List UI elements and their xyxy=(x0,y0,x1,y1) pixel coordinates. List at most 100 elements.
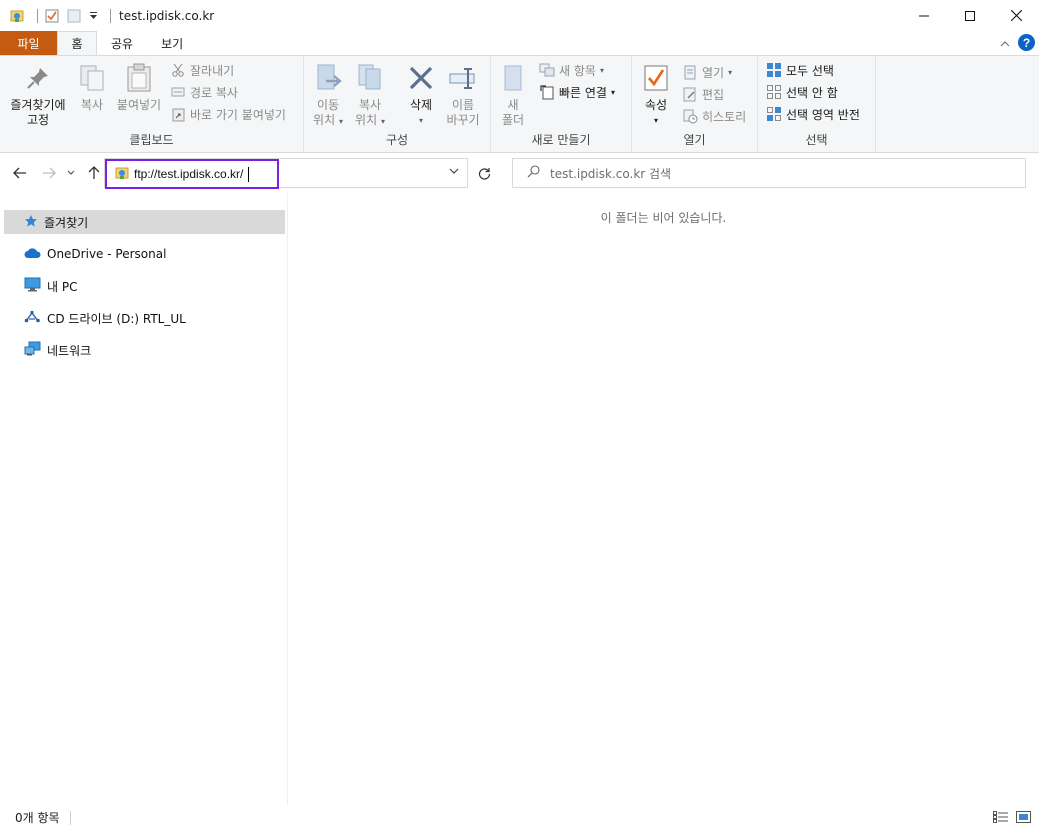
large-icons-view-icon xyxy=(1015,811,1031,823)
new-folder-label-line1: 새 xyxy=(507,98,519,112)
move-to-icon xyxy=(312,62,344,94)
select-none-icon xyxy=(766,84,782,100)
cloud-icon xyxy=(24,247,41,262)
copy-button[interactable]: 복사 xyxy=(76,62,108,113)
select-all-button[interactable]: 모두 선택 xyxy=(766,60,834,80)
invert-selection-button[interactable]: 선택 영역 반전 xyxy=(766,104,860,124)
new-group-label: 새로 만들기 xyxy=(531,133,591,147)
nav-item-label: CD 드라이브 (D:) RTL_UL xyxy=(47,311,186,326)
tab-home[interactable]: 홈 xyxy=(57,31,97,55)
open-group: 속성 ▾ 열기 ▾ 편집 히스토리 열기 xyxy=(632,56,758,152)
copy-icon xyxy=(76,62,108,94)
large-icons-view-button[interactable] xyxy=(1015,810,1031,824)
empty-folder-message: 이 폴더는 비어 있습니다. xyxy=(600,211,727,225)
copy-path-button[interactable]: 경로 복사 xyxy=(170,82,238,102)
item-count: 0개 항목 xyxy=(15,811,60,825)
easy-access-icon xyxy=(539,84,555,100)
customize-qat-icon[interactable] xyxy=(88,8,98,24)
delete-button[interactable]: 삭제 ▾ xyxy=(401,62,441,128)
back-button[interactable] xyxy=(11,163,29,183)
copy-path-label: 경로 복사 xyxy=(190,85,238,100)
paste-label: 붙여넣기 xyxy=(116,98,162,112)
pin-label-line2: 고정 xyxy=(26,113,50,127)
cut-button[interactable]: 잘라내기 xyxy=(170,60,234,80)
invert-selection-label: 선택 영역 반전 xyxy=(786,107,860,122)
address-dropdown-icon[interactable] xyxy=(449,166,459,177)
back-arrow-icon xyxy=(13,167,26,179)
recent-locations-button[interactable] xyxy=(64,163,78,183)
address-bar[interactable]: ftp://test.ipdisk.co.kr/ xyxy=(104,158,468,189)
paste-shortcut-button[interactable]: 바로 가기 붙여넣기 xyxy=(170,104,286,124)
ribbon-tabs: 파일 홈 공유 보기 ? xyxy=(0,31,1039,55)
select-all-icon xyxy=(766,62,782,78)
nav-item-label: OneDrive - Personal xyxy=(47,247,167,261)
nav-item-this-pc[interactable]: 내 PC xyxy=(4,274,285,298)
easy-access-label: 빠른 연결 xyxy=(559,85,607,100)
title-bar: test.ipdisk.co.kr xyxy=(0,0,1039,31)
pin-to-quick-access-button[interactable]: 즐겨찾기에 고정 xyxy=(6,62,70,128)
properties-qat-icon[interactable] xyxy=(44,8,60,24)
nav-item-network[interactable]: 네트워크 xyxy=(4,338,285,362)
tab-share[interactable]: 공유 xyxy=(97,31,147,55)
up-button[interactable] xyxy=(85,163,103,183)
file-list[interactable]: 이 폴더는 비어 있습니다. xyxy=(288,193,1039,805)
edit-icon xyxy=(682,86,698,102)
copy-path-icon xyxy=(170,84,186,100)
tab-view[interactable]: 보기 xyxy=(147,31,197,55)
ftp-folder-icon xyxy=(9,8,25,24)
close-icon xyxy=(1010,10,1022,21)
maximize-button[interactable] xyxy=(947,0,993,31)
easy-access-button[interactable]: 빠른 연결 ▾ xyxy=(539,82,615,102)
forward-button[interactable] xyxy=(40,163,58,183)
new-item-button[interactable]: 새 항목 ▾ xyxy=(539,60,604,80)
rename-button[interactable]: 이름 바꾸기 xyxy=(441,62,485,128)
edit-button[interactable]: 편집 xyxy=(682,84,724,104)
text-cursor xyxy=(248,166,250,182)
select-none-button[interactable]: 선택 안 함 xyxy=(766,82,838,102)
address-input[interactable]: ftp://test.ipdisk.co.kr/ xyxy=(105,159,279,189)
new-item-icon xyxy=(539,62,555,78)
forward-arrow-icon xyxy=(43,167,56,179)
properties-label: 속성 xyxy=(644,98,668,112)
copy-to-button[interactable]: 복사 위치 ▾ xyxy=(350,62,390,129)
maximize-icon xyxy=(965,10,975,21)
select-none-label: 선택 안 함 xyxy=(786,85,838,100)
tab-file[interactable]: 파일 xyxy=(0,31,57,55)
collapse-ribbon-icon[interactable] xyxy=(1000,36,1010,50)
new-folder-icon xyxy=(497,62,529,94)
help-icon[interactable]: ? xyxy=(1018,34,1035,51)
refresh-button[interactable] xyxy=(473,163,495,183)
monitor-icon xyxy=(24,277,41,295)
new-item-label: 새 항목 xyxy=(559,63,596,78)
status-separator xyxy=(69,810,71,825)
paste-button[interactable]: 붙여넣기 xyxy=(114,62,164,113)
properties-icon xyxy=(640,62,672,94)
star-icon xyxy=(24,214,38,231)
view-switcher xyxy=(993,810,1031,824)
select-group-label: 선택 xyxy=(805,133,828,147)
open-button[interactable]: 열기 ▾ xyxy=(682,62,732,82)
scissors-icon xyxy=(170,62,186,78)
nav-item-quick-access[interactable]: 즐겨찾기 xyxy=(4,210,285,234)
nav-item-onedrive[interactable]: OneDrive - Personal xyxy=(4,242,285,266)
navigation-pane: 즐겨찾기 OneDrive - Personal 내 PC CD 드라이브 (D… xyxy=(0,193,288,805)
clipboard-group-label: 클립보드 xyxy=(129,133,174,147)
close-button[interactable] xyxy=(993,0,1039,31)
nav-item-cd-drive[interactable]: CD 드라이브 (D:) RTL_UL xyxy=(4,306,285,330)
copy-to-label-line2: 위치 ▾ xyxy=(355,113,385,127)
move-to-label-line1: 이동 xyxy=(316,98,340,112)
search-box[interactable]: test.ipdisk.co.kr 검색 xyxy=(512,158,1026,188)
organize-group-label: 구성 xyxy=(385,133,409,147)
paste-shortcut-icon xyxy=(170,106,186,122)
copy-to-label-line1: 복사 xyxy=(358,98,382,112)
move-to-button[interactable]: 이동 위치 ▾ xyxy=(308,62,348,129)
properties-button[interactable]: 속성 ▾ xyxy=(638,62,674,128)
copy-label: 복사 xyxy=(80,98,104,112)
details-view-button[interactable] xyxy=(993,810,1009,824)
history-button[interactable]: 히스토리 xyxy=(682,106,746,126)
new-folder-button[interactable]: 새 폴더 xyxy=(497,62,529,128)
new-folder-qat-icon[interactable] xyxy=(66,8,82,24)
delete-dropdown-icon[interactable]: ▾ xyxy=(419,113,423,128)
properties-dropdown-icon[interactable]: ▾ xyxy=(654,113,658,128)
minimize-button[interactable] xyxy=(901,0,947,31)
